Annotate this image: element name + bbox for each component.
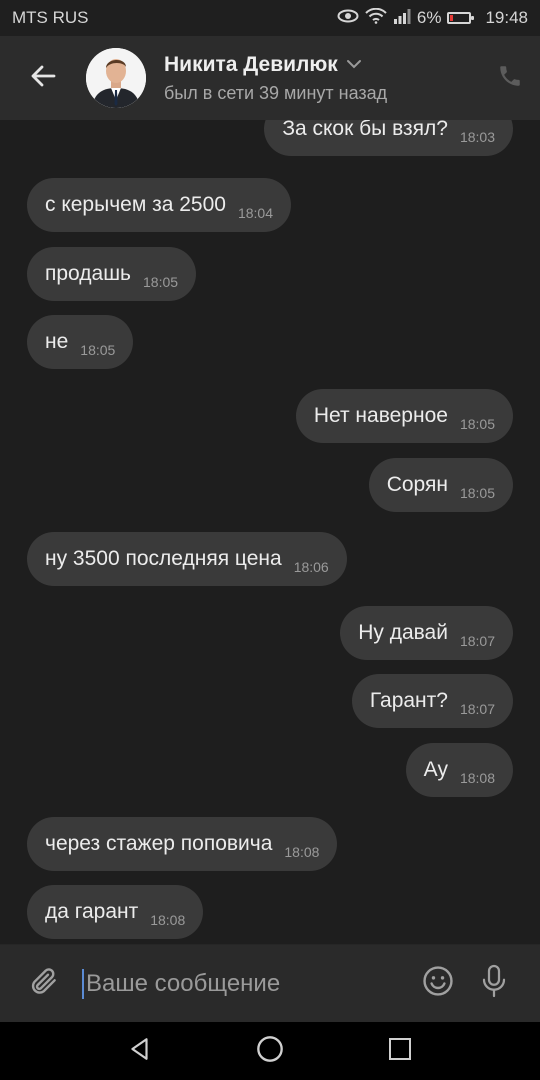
nav-home-button[interactable] [250,1031,290,1071]
system-nav-bar [0,1022,540,1080]
message-text: Нет наверное [313,404,448,427]
nav-back-button[interactable] [120,1031,160,1071]
message-time: 18:03 [459,129,495,145]
message-bubble-incoming[interactable]: продашь 18:05 [27,247,197,301]
message-text: продашь [45,262,131,285]
clock: 19:48 [485,8,528,27]
message-time: 18:05 [459,416,495,432]
message-list[interactable]: За скок бы взял? 18:03 с керычем за 2500… [0,120,540,944]
signal-icon [393,8,411,29]
message-time: 18:05 [80,342,116,358]
emoji-button[interactable] [410,964,466,1003]
message-text: с керычем за 2500 [45,193,226,216]
message-time: 18:08 [150,912,186,928]
message-composer [0,944,540,1022]
attach-button[interactable] [22,964,66,1003]
message-time: 18:08 [459,770,495,786]
message-time: 18:04 [237,205,274,221]
message-bubble-incoming[interactable]: с керычем за 2500 18:04 [27,178,292,232]
message-text: ну 3500 последняя цена [45,547,282,570]
message-bubble-incoming[interactable]: не 18:05 [27,315,134,369]
message-text: Ну давай [358,621,448,644]
back-button[interactable] [0,36,86,120]
message-bubble-outgoing[interactable]: Гарант? 18:07 [351,674,513,728]
battery-icon [447,12,475,24]
message-input[interactable] [86,969,366,998]
status-icons: 6% 19:48 [337,7,528,29]
call-button[interactable] [480,63,540,94]
message-input-wrapper [82,968,410,999]
chevron-down-icon [346,56,362,74]
contact-name: Никита Девилюк [164,52,338,76]
message-bubble-outgoing[interactable]: Ау 18:08 [405,743,513,797]
voice-message-button[interactable] [466,963,522,1004]
message-text: Ау [423,758,448,781]
message-text: не [45,330,69,353]
carrier-label: MTS RUS [12,8,89,27]
contact-info[interactable]: Никита Девилюк был в сети 39 минут назад [164,53,480,104]
nav-home-icon [256,1035,284,1068]
avatar[interactable] [86,48,146,108]
paperclip-icon [28,964,60,1003]
message-bubble-incoming[interactable]: ну 3500 последняя цена 18:06 [27,532,347,586]
message-text: да гарант [45,900,139,923]
message-text: Гарант? [369,689,448,712]
last-seen-status: был в сети 39 минут назад [164,82,388,103]
back-arrow-icon [30,64,56,93]
message-time: 18:06 [293,559,329,575]
message-text: За скок бы взял? [282,120,448,140]
message-bubble-outgoing[interactable]: За скок бы взял? 18:03 [264,120,513,156]
message-bubble-outgoing[interactable]: Нет наверное 18:05 [295,389,513,443]
status-bar: MTS RUS 6% 19:48 [0,0,540,36]
emoji-icon [421,964,455,1003]
message-time: 18:07 [459,633,495,649]
nav-back-icon [127,1036,153,1067]
message-text: через стажер поповича [45,832,273,855]
battery-percent: 6% [416,8,442,27]
text-caret [82,968,84,999]
nav-recents-icon [388,1037,412,1066]
message-time: 18:07 [459,701,495,717]
chat-header: Никита Девилюк был в сети 39 минут назад [0,36,540,120]
message-time: 18:05 [459,485,495,501]
eye-icon [337,8,359,28]
message-bubble-outgoing[interactable]: Ну давай 18:07 [340,606,513,660]
microphone-icon [479,963,509,1004]
nav-recents-button[interactable] [380,1031,420,1071]
phone-icon [497,63,523,94]
message-time: 18:05 [143,274,179,290]
message-time: 18:08 [284,844,320,860]
wifi-icon [365,7,387,29]
message-bubble-incoming[interactable]: через стажер поповича 18:08 [27,817,338,871]
message-text: Сорян [386,473,448,496]
message-bubble-outgoing[interactable]: Сорян 18:05 [368,458,513,512]
message-bubble-incoming[interactable]: да гарант 18:08 [27,885,204,939]
